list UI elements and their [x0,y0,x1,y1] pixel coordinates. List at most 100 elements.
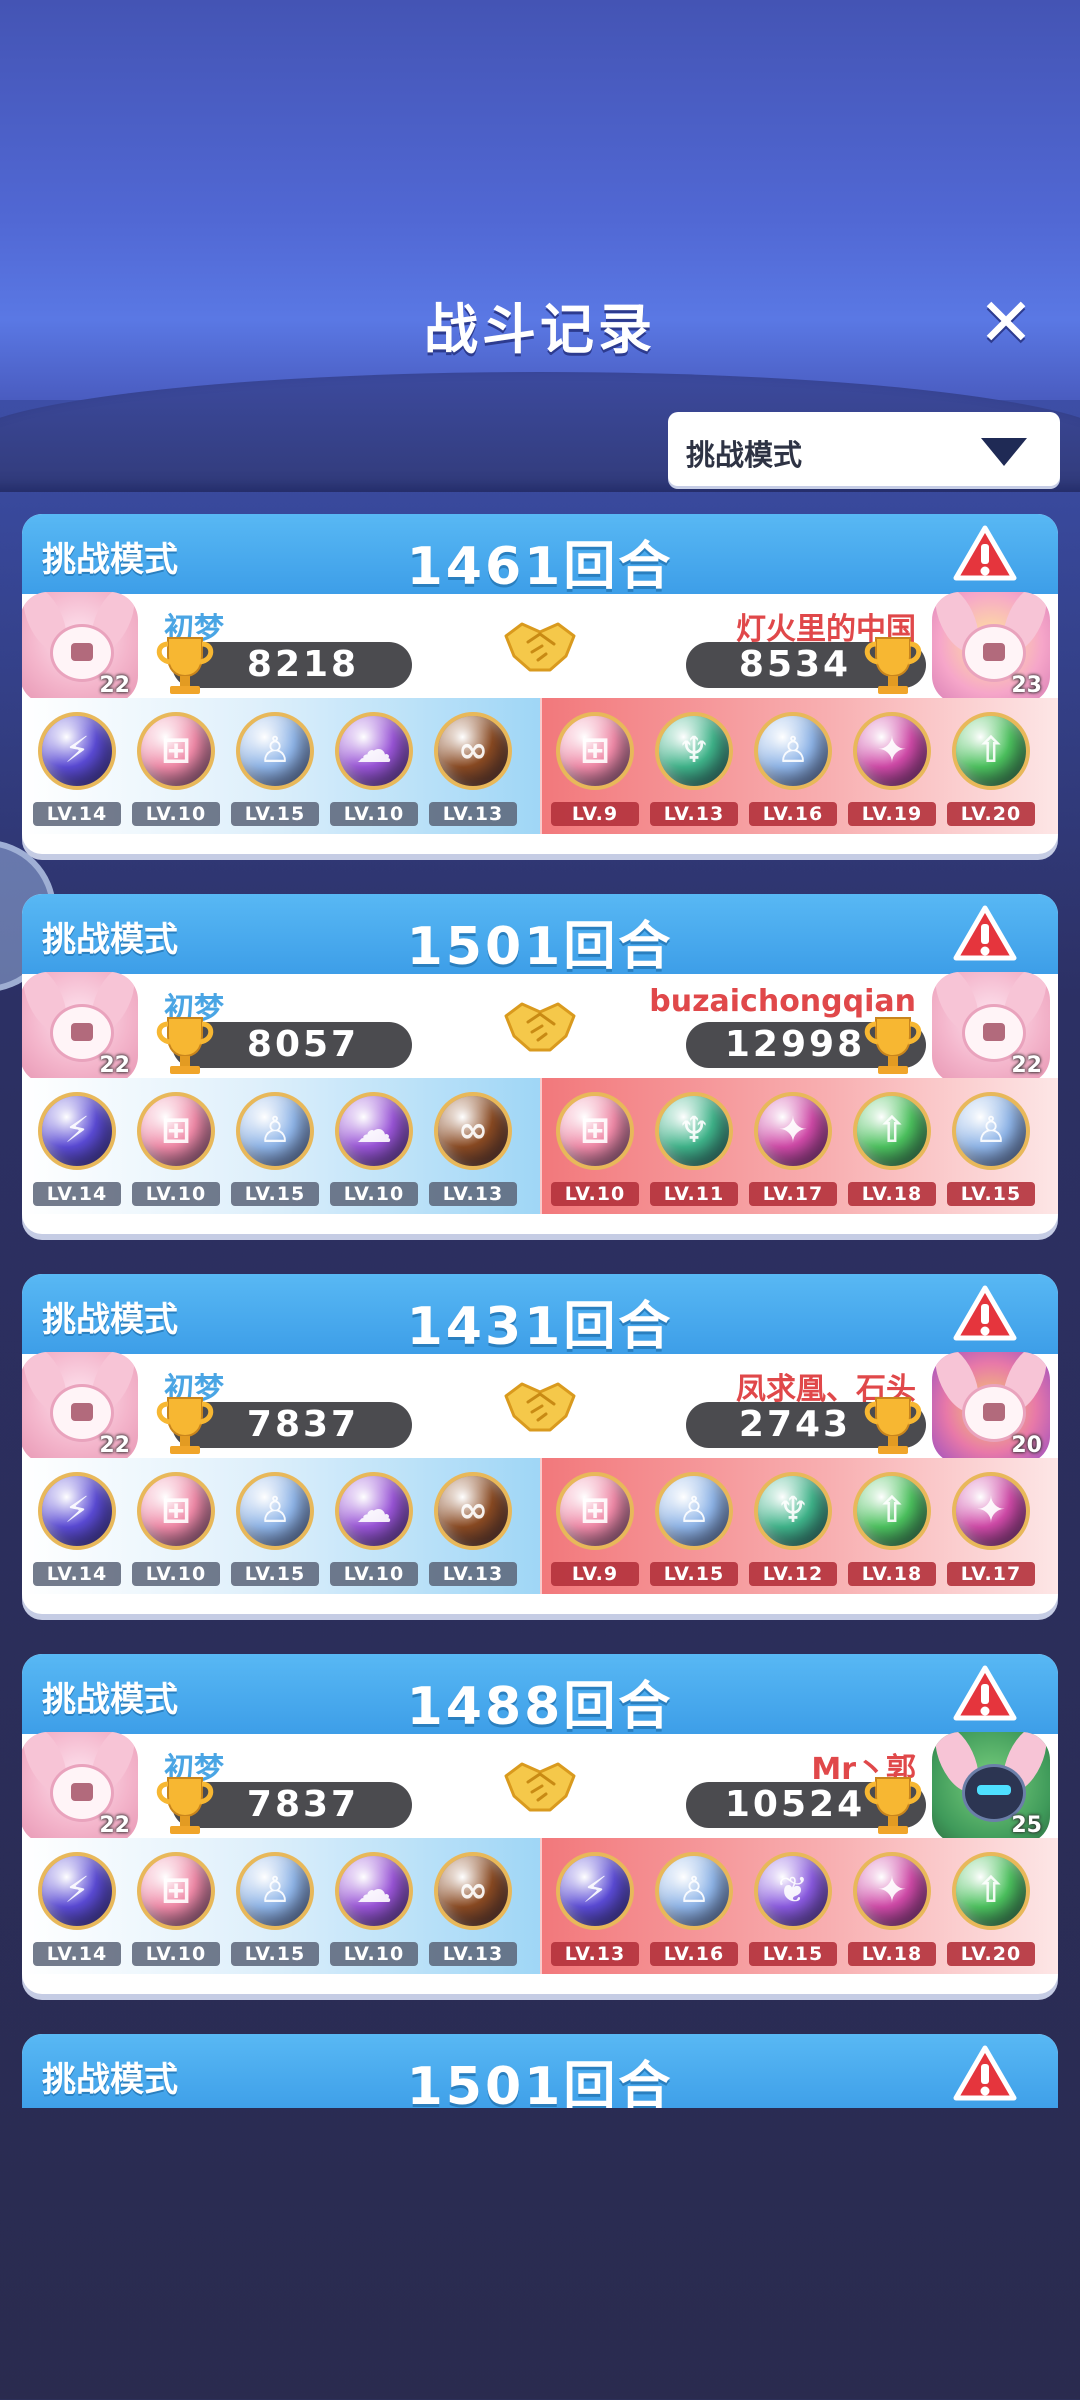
pet-orb[interactable]: ♆ LV.13 [644,708,744,832]
report-warning-icon[interactable] [952,2044,1018,2104]
pet-orb[interactable]: ♙ LV.15 [225,1848,325,1972]
close-icon[interactable]: ✕ [975,290,1037,356]
pet-orb[interactable]: ♙ LV.15 [644,1468,744,1592]
opponent-avatar[interactable]: 25 [932,1732,1050,1844]
trophy-icon [864,637,922,694]
mode-filter-dropdown[interactable]: 挑战模式 [668,412,1060,486]
trophy-icon [864,1017,922,1074]
player-avatar[interactable]: 22 [22,1732,138,1844]
pet-icon: ⚡ [64,1870,90,1911]
pet-orb[interactable]: ✦ LV.19 [842,708,942,832]
pet-orb[interactable]: ☁ LV.10 [324,1468,424,1592]
pet-orb[interactable]: ∞ LV.13 [423,1088,523,1212]
pet-level: LV.15 [650,1562,738,1586]
pet-icon: ☁ [356,1110,392,1151]
pet-icon: ⚡ [64,1490,90,1531]
pet-orb[interactable]: ♙ LV.15 [225,708,325,832]
pet-orb[interactable]: ⊞ LV.9 [545,1468,645,1592]
pet-orb[interactable]: ⊞ LV.10 [126,1088,226,1212]
trophy-icon [864,1397,922,1454]
pet-level: LV.15 [231,1942,319,1966]
pet-level: LV.15 [947,1182,1035,1206]
pet-level: LV.15 [749,1942,837,1966]
player-avatar[interactable]: 22 [22,972,138,1084]
pet-orb[interactable]: ⚡ LV.14 [27,708,127,832]
pet-orb[interactable]: ♙ LV.16 [644,1848,744,1972]
pet-level: LV.13 [429,1182,517,1206]
pet-orb[interactable]: ♆ LV.11 [644,1088,744,1212]
pet-level: LV.19 [848,802,936,826]
opponent-avatar[interactable]: 20 [932,1352,1050,1464]
pet-level: LV.16 [749,802,837,826]
pet-orb[interactable]: ✦ LV.17 [941,1468,1041,1592]
pet-icon: ⊞ [579,730,611,771]
pet-orb[interactable]: ☁ LV.10 [324,1088,424,1212]
pet-orb[interactable]: ☁ LV.10 [324,708,424,832]
pet-level: LV.14 [33,1182,121,1206]
report-warning-icon[interactable] [952,524,1018,584]
pet-level: LV.13 [551,1942,639,1966]
battle-record-card[interactable]: 挑战模式 1488回合 22 初梦 7837 Mr丶郭 10524 25 ⚡ L… [22,1654,1058,1994]
pet-orb[interactable]: ⇧ LV.18 [842,1088,942,1212]
card-header: 挑战模式 1431回合 [22,1274,1058,1357]
pet-icon: ♙ [258,1110,292,1151]
opponent-avatar[interactable]: 23 [932,592,1050,704]
report-warning-icon[interactable] [952,904,1018,964]
pet-orb[interactable]: ⊞ LV.10 [126,1848,226,1972]
pet-icon: ∞ [458,730,488,771]
pet-icon: ⊞ [160,1490,192,1531]
pet-orb[interactable]: ♆ LV.12 [743,1468,843,1592]
pet-icon: ♙ [258,730,292,771]
pet-orb[interactable]: ❦ LV.15 [743,1848,843,1972]
pet-orb[interactable]: ♙ LV.16 [743,708,843,832]
pet-level: LV.20 [947,802,1035,826]
opponent-team: ⊞ LV.9 ♙ LV.15 ♆ LV.12 ⇧ LV.18 ✦ LV.17 [540,1458,1058,1594]
pet-orb[interactable]: ⚡ LV.13 [545,1848,645,1972]
report-warning-icon[interactable] [952,1284,1018,1344]
battle-record-card[interactable]: 挑战模式 1431回合 22 初梦 7837 凤求凰、石头 2743 20 ⚡ … [22,1274,1058,1614]
card-rounds: 1501回合 [406,2057,674,2108]
pet-orb[interactable]: ∞ LV.13 [423,1848,523,1972]
pet-orb[interactable]: ♙ LV.15 [941,1088,1041,1212]
pet-level: LV.9 [551,1562,639,1586]
pet-level: LV.16 [650,1942,738,1966]
handshake-icon [504,1002,576,1052]
pet-orb[interactable]: ⚡ LV.14 [27,1088,127,1212]
pet-orb[interactable]: ⚡ LV.14 [27,1848,127,1972]
opponent-avatar[interactable]: 22 [932,972,1050,1084]
pet-icon: ☁ [356,730,392,771]
pet-orb[interactable]: ⇧ LV.18 [842,1468,942,1592]
card-mode-label: 挑战模式 [42,540,178,580]
trophy-icon [156,1397,214,1454]
pet-icon: ✦ [876,730,908,771]
pet-orb[interactable]: ⊞ LV.9 [545,708,645,832]
player-avatar[interactable]: 22 [22,592,138,704]
card-header: 挑战模式 1461回合 [22,514,1058,597]
pet-icon: ☁ [356,1870,392,1911]
pet-orb[interactable]: ✦ LV.18 [842,1848,942,1972]
player-team: ⚡ LV.14 ⊞ LV.10 ♙ LV.15 ☁ LV.10 ∞ LV.13 [22,1458,540,1594]
pet-icon: ⊞ [579,1110,611,1151]
pet-orb[interactable]: ⊞ LV.10 [126,708,226,832]
pet-level: LV.10 [132,1562,220,1586]
pet-orb[interactable]: ⊞ LV.10 [126,1468,226,1592]
pet-orb[interactable]: ♙ LV.15 [225,1088,325,1212]
pet-orb[interactable]: ∞ LV.13 [423,1468,523,1592]
pet-orb[interactable]: ♙ LV.15 [225,1468,325,1592]
battle-record-card[interactable]: 挑战模式 1461回合 22 初梦 8218 灯火里的中国 8534 23 ⚡ … [22,514,1058,854]
card-rounds: 1461回合 [406,537,674,597]
pet-orb[interactable]: ⚡ LV.14 [27,1468,127,1592]
battle-record-card[interactable]: 挑战模式 1501回合 22 初梦 8057 buzaichongqian 12… [22,894,1058,1234]
pet-orb[interactable]: ☁ LV.10 [324,1848,424,1972]
player-avatar[interactable]: 22 [22,1352,138,1464]
pet-level: LV.15 [231,1182,319,1206]
pet-orb[interactable]: ∞ LV.13 [423,708,523,832]
battle-record-card[interactable]: 挑战模式 1501回合 [22,2034,1058,2108]
report-warning-icon[interactable] [952,1664,1018,1724]
opponent-level: 22 [1011,1053,1042,1078]
pet-orb[interactable]: ⇧ LV.20 [941,708,1041,832]
pet-orb[interactable]: ⊞ LV.10 [545,1088,645,1212]
pet-icon: ∞ [458,1110,488,1151]
pet-orb[interactable]: ✦ LV.17 [743,1088,843,1212]
pet-orb[interactable]: ⇧ LV.20 [941,1848,1041,1972]
